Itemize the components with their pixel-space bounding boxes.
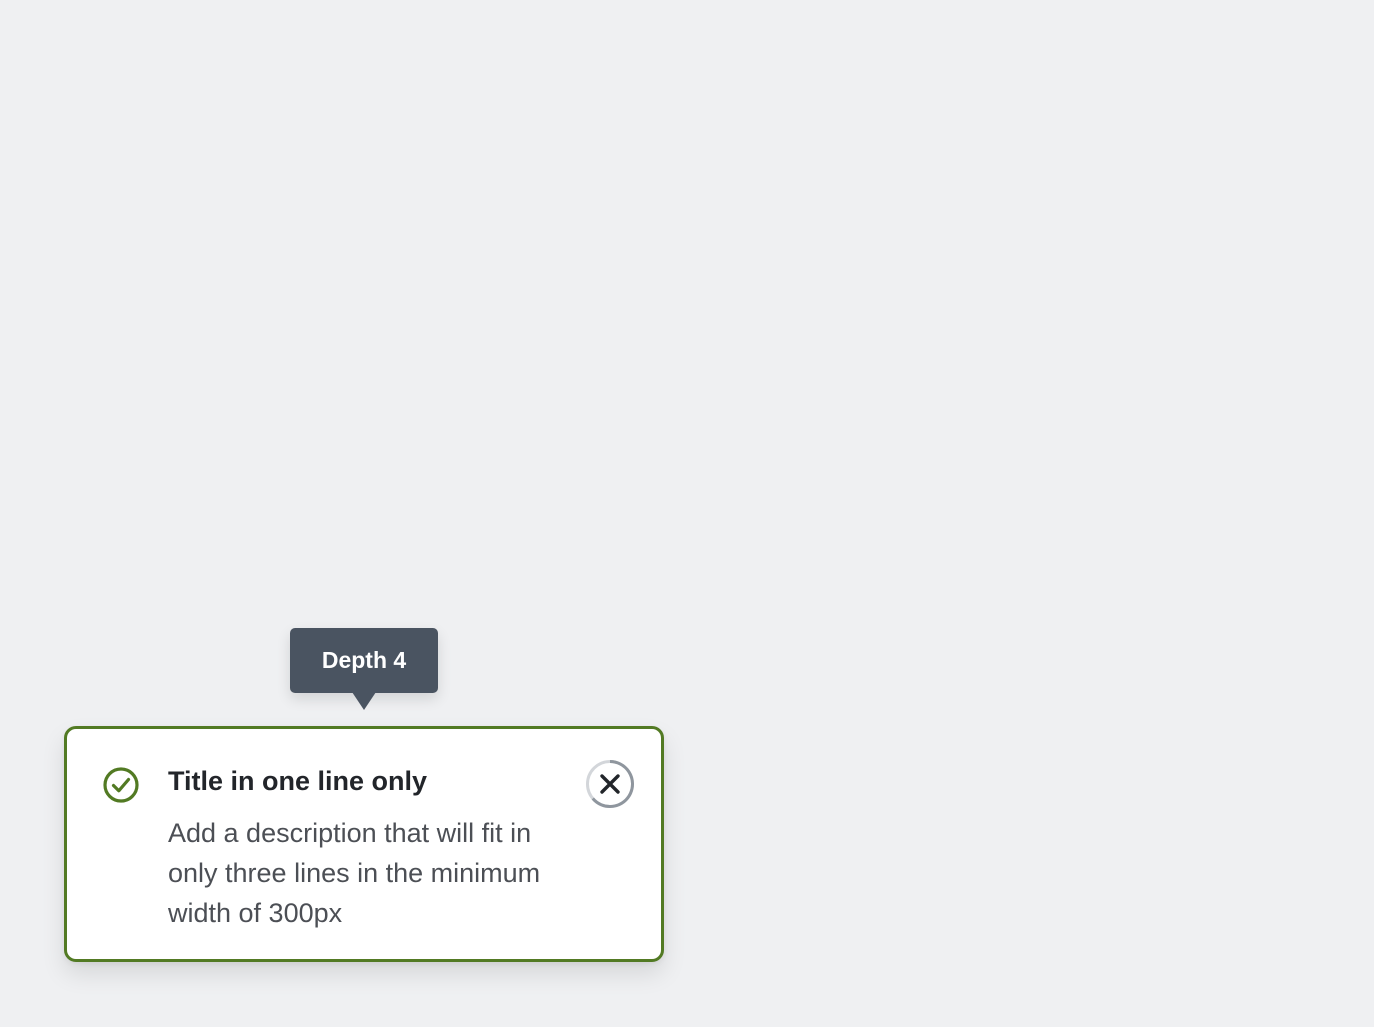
- success-toast: Title in one line only Add a description…: [64, 726, 664, 962]
- depth-tooltip: Depth 4: [290, 628, 438, 693]
- close-icon: [584, 760, 636, 814]
- close-button[interactable]: [584, 758, 636, 810]
- toast-title: Title in one line only: [168, 766, 428, 796]
- tooltip-arrow: [352, 692, 376, 710]
- page: Depth 4 Title in one line only Add a des…: [0, 0, 1374, 1027]
- toast-description: Add a description that will fit in only …: [168, 818, 541, 928]
- check-circle-icon: [102, 766, 140, 804]
- tooltip-label: Depth 4: [321, 647, 407, 673]
